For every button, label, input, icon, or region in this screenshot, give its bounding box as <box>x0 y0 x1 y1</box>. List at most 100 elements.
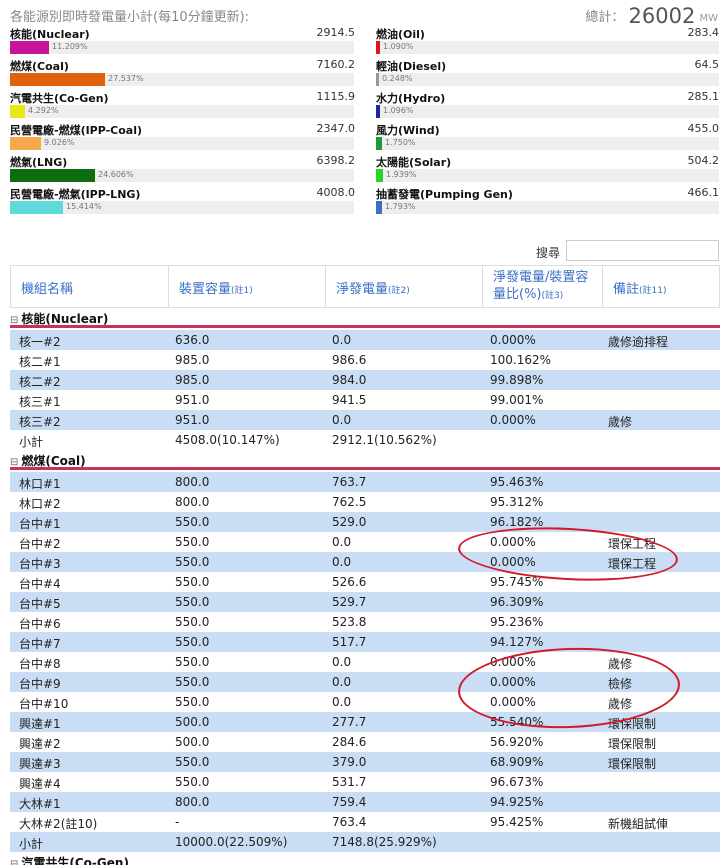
cell: 550.0 <box>175 655 210 669</box>
energy-source-left-3: 民營電廠-燃煤(IPP-Coal) 2347.0 9.026% <box>10 122 355 154</box>
group-header[interactable]: ⊟ 核能(Nuclear) <box>10 308 720 328</box>
source-name: 抽蓄發電(Pumping Gen) <box>376 188 513 201</box>
cell: 7148.8(25.929%) <box>332 835 437 849</box>
cell: 99.001% <box>490 393 544 407</box>
source-name: 民營電廠-燃氣(IPP-LNG) <box>10 188 141 201</box>
source-value: 4008.0 <box>316 186 356 199</box>
cell: 985.0 <box>175 353 210 367</box>
cell: 台中#6 <box>19 617 61 631</box>
collapse-icon: ⊟ <box>10 457 19 468</box>
source-name: 核能(Nuclear) <box>10 28 90 41</box>
source-percent: 0.248% <box>382 74 413 83</box>
table-row: 台中#7 550.0 517.7 94.127% <box>10 632 720 652</box>
source-value: 7160.2 <box>316 58 356 71</box>
subtotal-row: 小計 10000.0(22.509%) 7148.8(25.929%) <box>10 832 720 852</box>
source-percent: 1.939% <box>386 170 417 179</box>
cell: 550.0 <box>175 515 210 529</box>
table-row: 台中#8 550.0 0.0 0.000% 歲修 <box>10 652 720 672</box>
energy-source-right-1: 輕油(Diesel) 64.5 0.248% <box>376 58 719 90</box>
source-bar-track: 1.939% <box>376 169 719 182</box>
table-row: 台中#1 550.0 529.0 96.182% <box>10 512 720 532</box>
cell: 林口#2 <box>19 497 61 511</box>
cell: 550.0 <box>175 675 210 689</box>
table-row: 核一#2 636.0 0.0 0.000% 歲修逾排程 <box>10 330 720 350</box>
summary-right-column: 燃油(Oil) 283.4 1.090% 輕油(Diesel) 64.5 0.248% 水力… <box>376 26 719 218</box>
cell: 0.000% <box>490 413 536 427</box>
cell: 核二#1 <box>19 355 61 369</box>
cell: 10000.0(22.509%) <box>175 835 288 849</box>
cell: 0.0 <box>332 333 352 347</box>
cell: 984.0 <box>332 373 367 387</box>
header-ratio[interactable]: 淨發電量/裝置容量比(%)(註3) <box>483 266 603 308</box>
header-remarks[interactable]: 備註(註11) <box>603 266 720 308</box>
cell: 759.4 <box>332 795 367 809</box>
source-bar-track: 0.248% <box>376 73 719 86</box>
source-percent: 4.292% <box>28 106 59 115</box>
energy-source-left-2: 汽電共生(Co-Gen) 1115.9 4.292% <box>10 90 355 122</box>
source-bar-track: 1.096% <box>376 105 719 118</box>
cell: 小計 <box>19 837 44 851</box>
source-value: 64.5 <box>694 58 720 71</box>
energy-source-right-4: 太陽能(Solar) 504.2 1.939% <box>376 154 719 186</box>
cell: 歲修 <box>608 697 633 711</box>
cell: 檢修 <box>608 677 633 691</box>
source-bar-fill <box>10 73 105 86</box>
total-label: 總計： <box>585 10 625 25</box>
cell: 核三#1 <box>19 395 61 409</box>
source-name: 汽電共生(Co-Gen) <box>10 92 109 105</box>
search-input[interactable] <box>566 240 719 261</box>
cell: 0.000% <box>490 655 536 669</box>
cell: 核三#2 <box>19 415 61 429</box>
cell: 環保工程 <box>608 537 657 551</box>
cell: 550.0 <box>175 755 210 769</box>
source-bar-track: 4.292% <box>10 105 354 118</box>
cell: 0.0 <box>332 695 352 709</box>
cell: 986.6 <box>332 353 367 367</box>
cell: 500.0 <box>175 715 210 729</box>
cell: 台中#5 <box>19 597 61 611</box>
cell: 0.000% <box>490 695 536 709</box>
energy-summary: 各能源別即時發電量小計(每10分鐘更新): 總計： 26002 MW 核能(Nu… <box>0 0 720 225</box>
cell: 529.7 <box>332 595 367 609</box>
source-percent: 1.750% <box>385 138 416 147</box>
cell: 523.8 <box>332 615 367 629</box>
header-net-generation[interactable]: 淨發電量(註2) <box>326 266 483 308</box>
source-percent: 15.414% <box>66 202 102 211</box>
cell: 99.898% <box>490 373 544 387</box>
cell: 800.0 <box>175 475 210 489</box>
cell: 台中#1 <box>19 517 61 531</box>
cell: 550.0 <box>175 595 210 609</box>
cell: 95.312% <box>490 495 544 509</box>
cell: 96.309% <box>490 595 544 609</box>
cell: 歲修逾排程 <box>608 335 669 349</box>
header-capacity[interactable]: 裝置容量(註1) <box>169 266 326 308</box>
cell: 68.909% <box>490 755 544 769</box>
cell: 0.0 <box>332 655 352 669</box>
group-header[interactable]: ⊟ 燃煤(Coal) <box>10 450 720 470</box>
cell: 951.0 <box>175 393 210 407</box>
source-bar-fill <box>10 201 63 214</box>
source-bar-fill <box>10 137 41 150</box>
source-name: 輕油(Diesel) <box>376 60 447 73</box>
group-header-cogen[interactable]: ⊟ 汽電共生(Co-Gen) <box>10 852 720 865</box>
source-value: 6398.2 <box>316 154 356 167</box>
table-row: 台中#5 550.0 529.7 96.309% <box>10 592 720 612</box>
cell: 興達#4 <box>19 777 61 791</box>
header-unit-name[interactable]: 機組名稱 <box>10 266 169 308</box>
energy-source-left-5: 民營電廠-燃氣(IPP-LNG) 4008.0 15.414% <box>10 186 355 218</box>
cell: 0.0 <box>332 555 352 569</box>
table-row: 台中#2 550.0 0.0 0.000% 環保工程 <box>10 532 720 552</box>
cell: 林口#1 <box>19 477 61 491</box>
summary-total: 總計： 26002 MW <box>585 4 718 28</box>
cell: 0.0 <box>332 675 352 689</box>
cell: 興達#1 <box>19 717 61 731</box>
cell: 環保限制 <box>608 717 657 731</box>
source-value: 2347.0 <box>316 122 356 135</box>
cell: 284.6 <box>332 735 367 749</box>
cell: 台中#3 <box>19 557 61 571</box>
source-bar-fill <box>376 73 379 86</box>
source-percent: 27.537% <box>108 74 144 83</box>
cell: 550.0 <box>175 635 210 649</box>
source-bar-fill <box>10 105 25 118</box>
cell: 95.745% <box>490 575 544 589</box>
